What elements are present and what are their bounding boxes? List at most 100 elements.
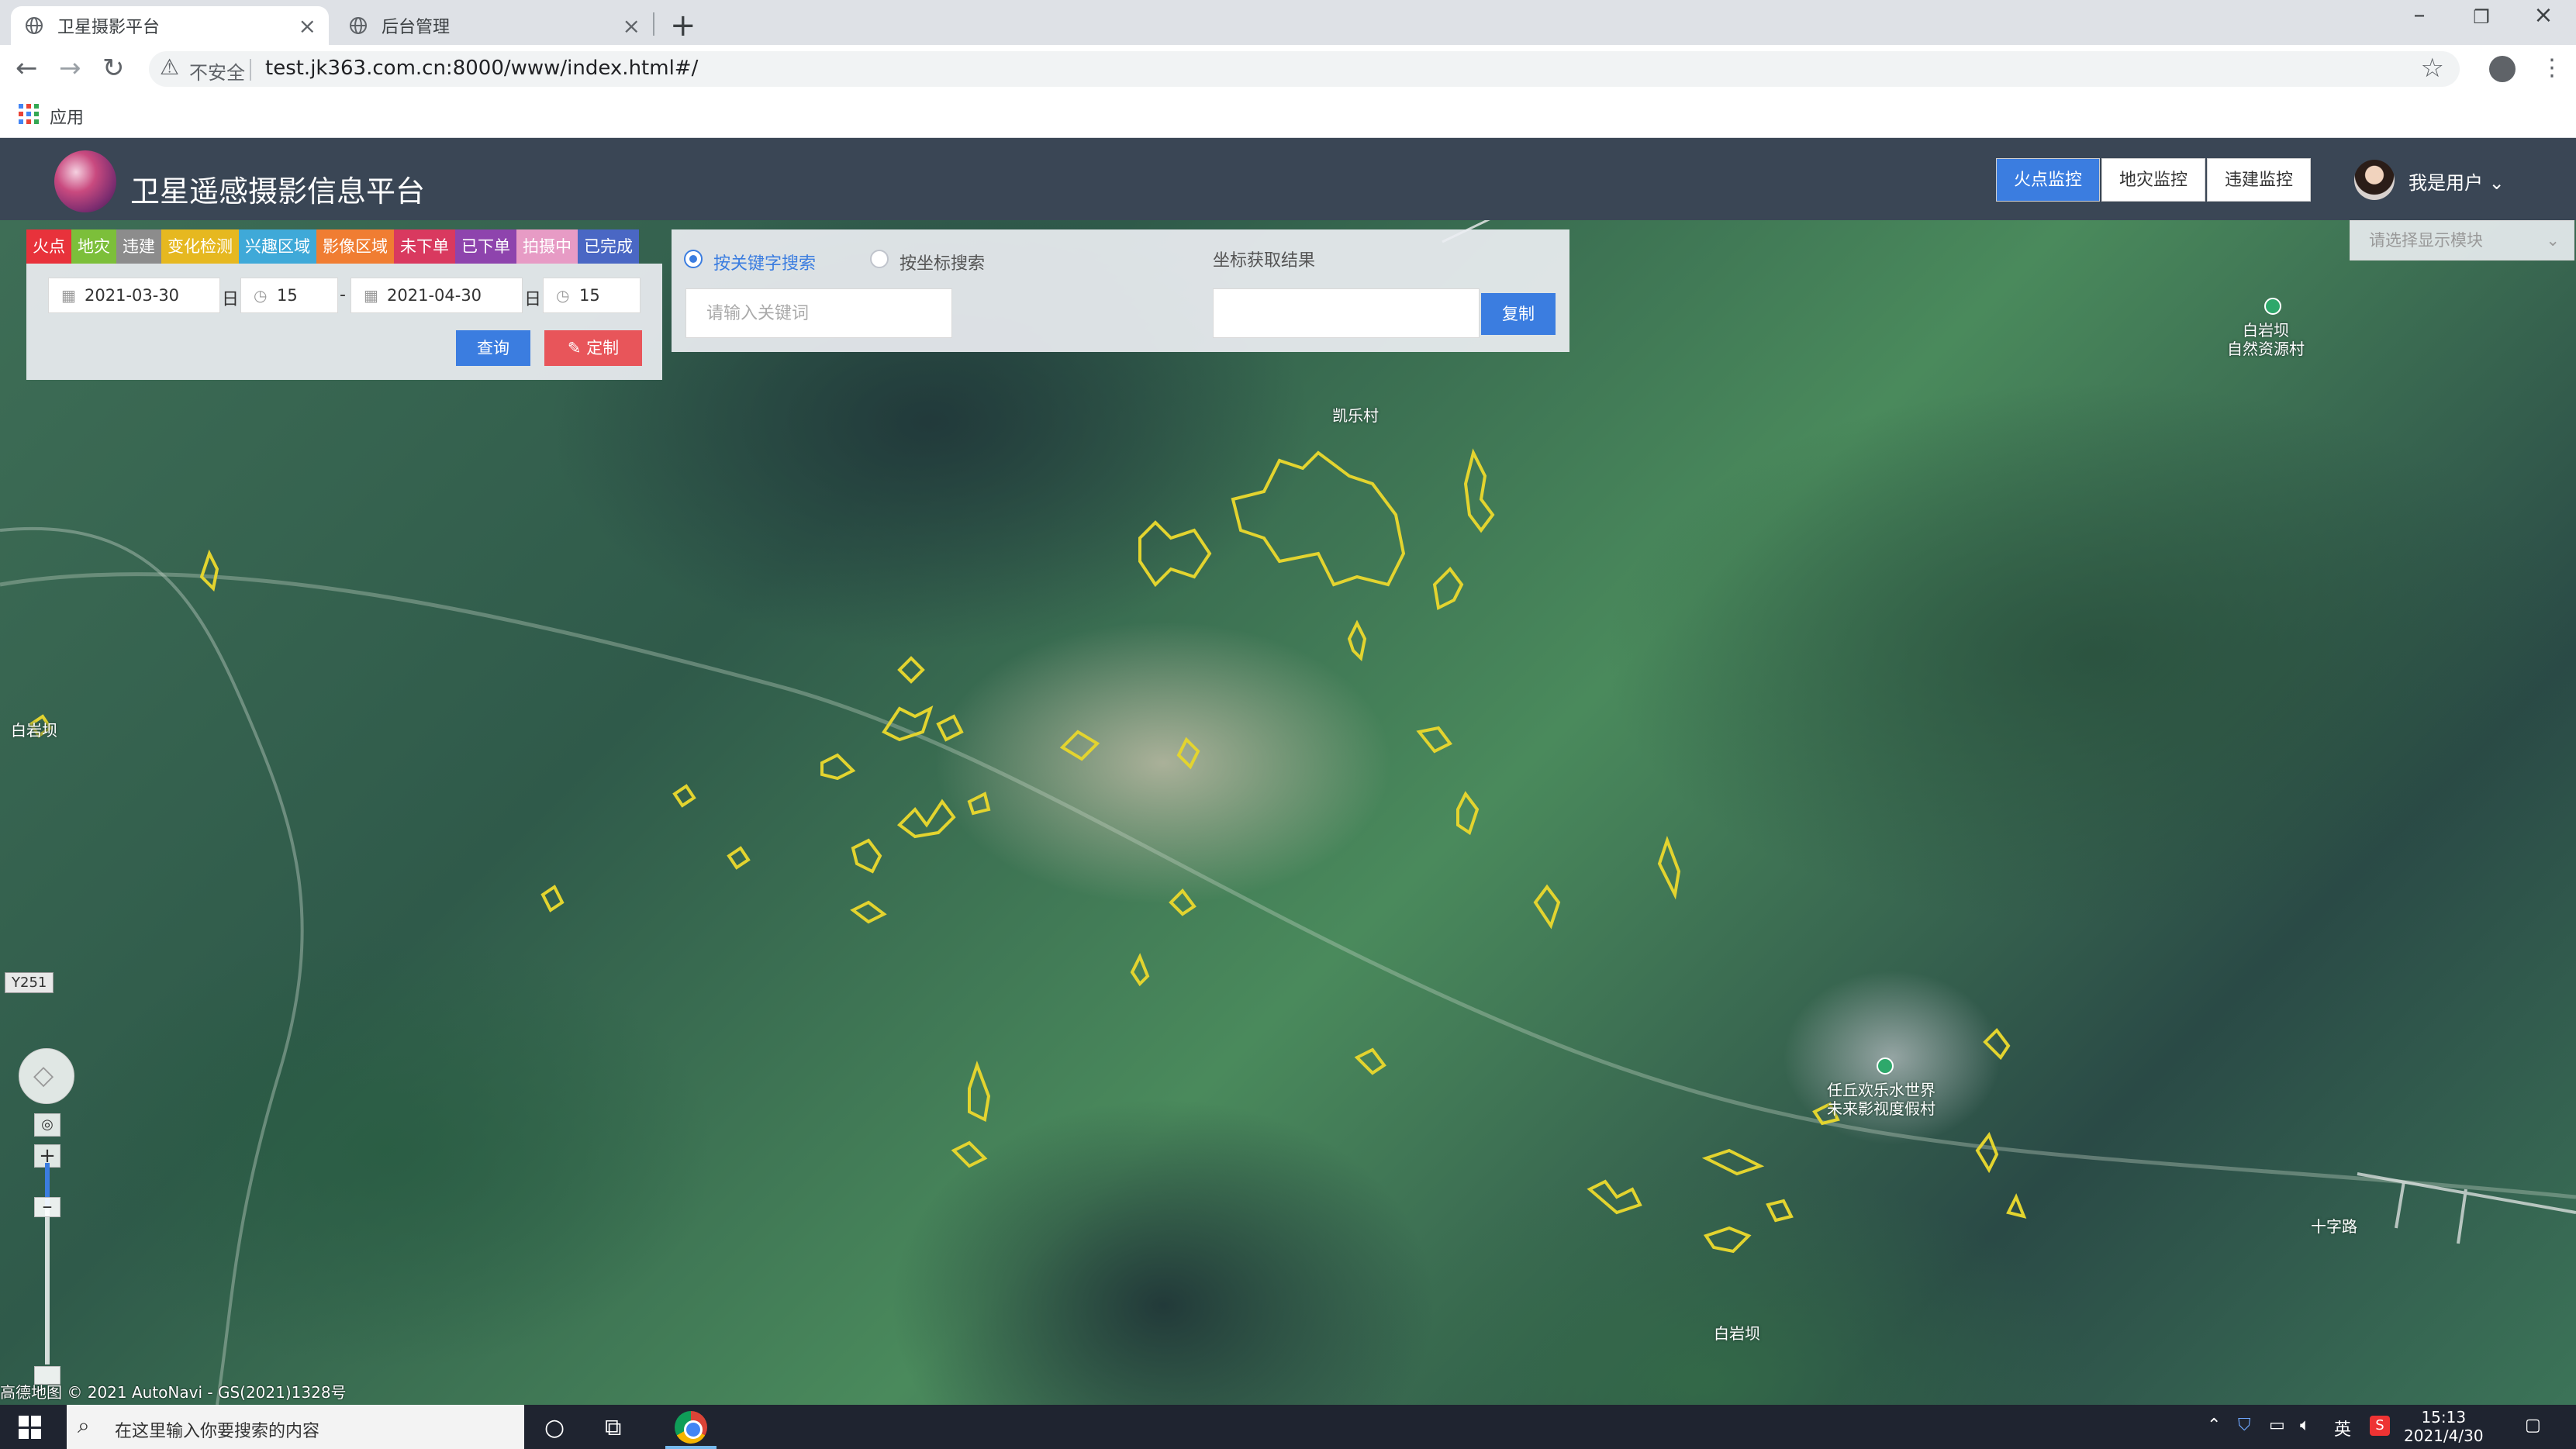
start-day-unit: 日 xyxy=(222,290,240,309)
calendar-icon: ▦ xyxy=(61,286,76,305)
village-label-1: 凯乐村 xyxy=(1332,406,1379,425)
date-filter-panel: ▦ 2021-03-30 日 ◷ 15 - ▦ 2021-04-30 日 ◷ 1… xyxy=(26,264,662,380)
map-attribution: 高德地图 © 2021 AutoNavi - GS(2021)1328号 xyxy=(0,1383,347,1402)
end-date-field[interactable]: ▦ 2021-04-30 xyxy=(350,278,523,313)
edit-icon: ✎ xyxy=(567,339,587,357)
minimize-icon[interactable]: – xyxy=(2388,2,2450,29)
fire-polygon xyxy=(1533,884,1561,930)
ime-indicator[interactable]: 英 xyxy=(2334,1416,2351,1440)
map-pin-icon[interactable] xyxy=(1877,1057,1894,1075)
chrome-active-indicator xyxy=(665,1446,717,1449)
keyword-search-label[interactable]: 按关键字搜索 xyxy=(713,250,816,274)
windows-start-icon[interactable] xyxy=(19,1416,42,1439)
fire-polygon xyxy=(1354,1047,1386,1075)
reload-icon[interactable]: ↻ xyxy=(102,53,125,84)
category-not-ordered[interactable]: 未下单 xyxy=(394,229,455,264)
search-panel: 按关键字搜索 按坐标搜索 坐标获取结果 复制 xyxy=(672,229,1569,352)
warning-icon: ⚠ xyxy=(160,54,180,80)
fire-polygon xyxy=(951,1140,988,1168)
fire-polygon xyxy=(1587,1179,1642,1215)
start-hour-field[interactable]: ◷ 15 xyxy=(240,278,338,313)
bookmark-star-icon[interactable]: ☆ xyxy=(2421,53,2444,84)
shield-icon[interactable]: ⛉ xyxy=(2238,1416,2251,1435)
fire-polygon xyxy=(820,753,856,781)
back-arrow-icon[interactable]: ← xyxy=(16,53,38,84)
coordinate-result-field[interactable] xyxy=(1213,288,1480,338)
category-shooting[interactable]: 拍摄中 xyxy=(516,229,578,264)
nav-illegal-building-monitor[interactable]: 违建监控 xyxy=(2207,158,2312,202)
fire-polygon xyxy=(1169,888,1196,916)
tab-satellite-platform[interactable]: 卫星摄影平台 × xyxy=(11,6,329,45)
compass-control[interactable] xyxy=(19,1048,74,1104)
insecure-label: 不安全 xyxy=(189,62,245,84)
forward-arrow-icon[interactable]: → xyxy=(59,53,81,84)
antivirus-icon[interactable]: S xyxy=(2370,1416,2390,1436)
poi-label-2: 任丘欢乐水世界 未来影视度假村 xyxy=(1827,1081,1935,1118)
cortana-icon[interactable]: ○ xyxy=(544,1414,565,1441)
end-hour-field[interactable]: ◷ 15 xyxy=(543,278,641,313)
tray-expand-icon[interactable]: ⌃ xyxy=(2207,1416,2221,1435)
coordinate-search-radio[interactable] xyxy=(870,250,889,268)
start-date-field[interactable]: ▦ 2021-03-30 xyxy=(48,278,220,313)
keyword-search-radio[interactable] xyxy=(684,250,703,268)
query-button[interactable]: 查询 xyxy=(456,330,530,366)
nav-fire-monitor[interactable]: 火点监控 xyxy=(1996,158,2101,202)
zoom-slider-handle[interactable]: – xyxy=(34,1196,60,1217)
address-bar[interactable]: ⚠ 不安全 test.jk363.com.cn:8000/www/index.h… xyxy=(149,51,2460,87)
close-tab-icon[interactable]: × xyxy=(623,13,641,39)
notification-icon[interactable]: ▢ xyxy=(2525,1416,2541,1435)
new-tab-plus-icon[interactable]: + xyxy=(670,8,696,43)
coordinate-search-label[interactable]: 按坐标搜索 xyxy=(900,250,985,274)
fire-polygon xyxy=(936,714,964,742)
network-icon[interactable]: ▭ xyxy=(2269,1416,2285,1435)
category-ordered[interactable]: 已下单 xyxy=(455,229,516,264)
fire-polygon xyxy=(1701,1148,1765,1176)
copy-button[interactable]: 复制 xyxy=(1481,293,1556,335)
fire-polygon xyxy=(2006,1193,2027,1219)
fire-polygon xyxy=(672,784,696,808)
module-select[interactable]: 请选择显示模块 ⌄ xyxy=(2350,220,2574,260)
fire-polygon xyxy=(882,706,934,742)
apps-bookmark[interactable]: 应用 xyxy=(50,104,84,129)
village-label-3: 白岩坝 xyxy=(11,721,57,740)
apps-grid-icon[interactable] xyxy=(19,104,39,124)
volume-icon[interactable]: 🔈︎ xyxy=(2300,1416,2310,1435)
tab-admin[interactable]: 后台管理 × xyxy=(335,6,653,45)
fire-polygon xyxy=(896,799,956,839)
category-fire[interactable]: 火点 xyxy=(26,229,71,264)
chevron-down-icon: ⌄ xyxy=(2546,231,2560,250)
map-pin-icon[interactable] xyxy=(2264,298,2281,315)
custom-button[interactable]: ✎ 定制 xyxy=(544,330,642,366)
nav-disaster-monitor[interactable]: 地灾监控 xyxy=(2101,158,2206,202)
taskbar-search-box[interactable]: ⌕ 在这里输入你要搜索的内容 xyxy=(67,1405,524,1449)
fire-polygon xyxy=(1176,737,1200,770)
poi-label-1: 白岩坝 自然资源村 xyxy=(2227,321,2305,358)
user-menu[interactable]: 我是用户 ⌄ xyxy=(2409,167,2505,195)
window-close-icon[interactable]: × xyxy=(2512,2,2574,29)
profile-icon[interactable] xyxy=(2489,56,2516,82)
fire-polygon xyxy=(967,792,991,816)
tab-title: 卫星摄影平台 xyxy=(57,18,161,37)
browser-toolbar: ← → ↻ ⚠ 不安全 test.jk363.com.cn:8000/www/i… xyxy=(0,45,2576,93)
restore-icon[interactable]: ❐ xyxy=(2450,6,2512,28)
category-completed[interactable]: 已完成 xyxy=(578,229,639,264)
category-image-area[interactable]: 影像区域 xyxy=(316,229,394,264)
locate-icon[interactable]: ◎ xyxy=(34,1113,60,1137)
category-interest-area[interactable]: 兴趣区域 xyxy=(239,229,316,264)
category-disaster[interactable]: 地灾 xyxy=(71,229,116,264)
avatar[interactable] xyxy=(2354,160,2395,200)
zoom-slider[interactable] xyxy=(45,1163,50,1364)
category-change-detection[interactable]: 变化检测 xyxy=(161,229,239,264)
fire-polygon xyxy=(968,1061,991,1122)
close-tab-icon[interactable]: × xyxy=(299,13,316,39)
category-illegal-building[interactable]: 违建 xyxy=(116,229,161,264)
chrome-icon[interactable] xyxy=(675,1411,707,1444)
kebab-menu-icon[interactable]: ⋮ xyxy=(2540,54,2564,81)
satellite-map[interactable]: 凯乐村 白岩坝 白岩坝 白岩坝 自然资源村 任丘欢乐水世界 未来影视度假村 十字… xyxy=(0,220,2576,1405)
keyword-input[interactable] xyxy=(685,288,952,338)
fire-polygon xyxy=(850,900,887,924)
task-view-icon[interactable]: ⧉ xyxy=(605,1414,621,1441)
fire-polygon xyxy=(1416,726,1453,754)
system-clock[interactable]: 15:13 2021/4/30 xyxy=(2404,1408,2484,1445)
clock-icon: ◷ xyxy=(556,286,570,305)
